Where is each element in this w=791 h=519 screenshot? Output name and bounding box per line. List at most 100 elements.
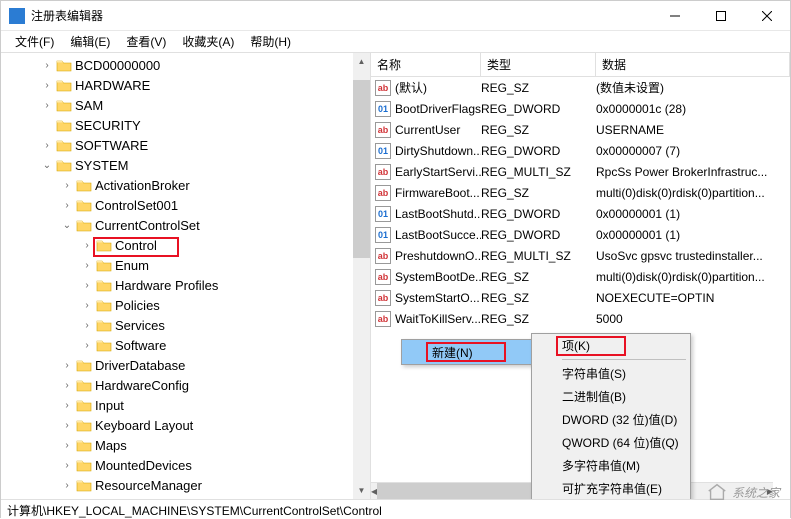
expander-icon[interactable]: › bbox=[61, 360, 73, 371]
expander-icon[interactable]: › bbox=[41, 140, 53, 151]
tree-item-currentcontrolset[interactable]: ⌄CurrentControlSet bbox=[1, 215, 370, 235]
submenu-dword[interactable]: DWORD (32 位)值(D) bbox=[532, 408, 690, 431]
submenu-multi[interactable]: 多字符串值(M) bbox=[532, 454, 690, 477]
value-name: PreshutdownO... bbox=[395, 249, 481, 263]
menu-separator bbox=[562, 359, 686, 360]
tree-item-security[interactable]: SECURITY bbox=[1, 115, 370, 135]
value-row[interactable]: 01LastBootSucce...REG_DWORD0x00000001 (1… bbox=[371, 224, 790, 245]
value-row[interactable]: 01LastBootShutd...REG_DWORD0x00000001 (1… bbox=[371, 203, 790, 224]
tree-item-bcd00000000[interactable]: ›BCD00000000 bbox=[1, 55, 370, 75]
value-row[interactable]: abWaitToKillServ...REG_SZ5000 bbox=[371, 308, 790, 329]
value-type: REG_SZ bbox=[481, 123, 596, 137]
tree-item-resourcemanager[interactable]: ›ResourceManager bbox=[1, 475, 370, 495]
value-type: REG_SZ bbox=[481, 312, 596, 326]
expander-icon[interactable]: › bbox=[81, 320, 93, 331]
expander-icon[interactable]: › bbox=[41, 100, 53, 111]
tree-item-mounteddevices[interactable]: › MountedDevices bbox=[1, 455, 370, 475]
value-row[interactable]: abPreshutdownO...REG_MULTI_SZUsoSvc gpsv… bbox=[371, 245, 790, 266]
tree-label: MountedDevices bbox=[95, 458, 192, 473]
value-row[interactable]: abCurrentUserREG_SZUSERNAME bbox=[371, 119, 790, 140]
tree-item-controlset001[interactable]: ›ControlSet001 bbox=[1, 195, 370, 215]
column-name[interactable]: 名称 bbox=[371, 53, 481, 76]
expander-icon[interactable]: › bbox=[81, 280, 93, 291]
value-row[interactable]: abSystemStartO...REG_SZ NOEXECUTE=OPTIN bbox=[371, 287, 790, 308]
expander-icon[interactable]: › bbox=[81, 340, 93, 351]
expander-icon[interactable]: › bbox=[61, 380, 73, 391]
scroll-thumb[interactable] bbox=[353, 80, 370, 258]
tree-item-system[interactable]: ⌄SYSTEM bbox=[1, 155, 370, 175]
submenu-binary[interactable]: 二进制值(B) bbox=[532, 385, 690, 408]
expander-icon[interactable]: ⌄ bbox=[61, 220, 73, 231]
value-data: 0x00000007 (7) bbox=[596, 144, 790, 158]
menu-file[interactable]: 文件(F) bbox=[7, 31, 62, 52]
expander-icon[interactable]: › bbox=[81, 260, 93, 271]
tree-item-software[interactable]: ›SOFTWARE bbox=[1, 135, 370, 155]
context-submenu: 项(K) 字符串值(S) 二进制值(B) DWORD (32 位)值(D) QW… bbox=[531, 333, 691, 499]
watermark-icon bbox=[706, 481, 728, 503]
expander-icon[interactable]: › bbox=[81, 300, 93, 311]
submenu-expand[interactable]: 可扩充字符串值(E) bbox=[532, 477, 690, 499]
value-row[interactable]: 01BootDriverFlagsREG_DWORD0x0000001c (28… bbox=[371, 98, 790, 119]
expander-icon[interactable]: › bbox=[41, 60, 53, 71]
main-area: ›BCD00000000›HARDWARE›SAMSECURITY›SOFTWA… bbox=[1, 53, 790, 499]
expander-icon[interactable]: › bbox=[61, 400, 73, 411]
value-type: REG_SZ bbox=[481, 81, 596, 95]
tree-label: Enum bbox=[115, 258, 149, 273]
column-type[interactable]: 类型 bbox=[481, 53, 596, 76]
expander-icon[interactable]: › bbox=[81, 240, 93, 251]
value-row[interactable]: abSystemBootDe...REG_SZmulti(0)disk(0)rd… bbox=[371, 266, 790, 287]
expander-icon[interactable]: ⌄ bbox=[41, 160, 53, 171]
menu-view[interactable]: 查看(V) bbox=[118, 31, 174, 52]
minimize-button[interactable] bbox=[652, 1, 698, 31]
expander-icon[interactable]: › bbox=[61, 180, 73, 191]
tree-item-control[interactable]: ›Control bbox=[1, 235, 370, 255]
context-new[interactable]: 新建(N) ▶ bbox=[402, 340, 550, 364]
close-button[interactable] bbox=[744, 1, 790, 31]
scroll-down-icon[interactable]: ▼ bbox=[353, 482, 370, 499]
submenu-key[interactable]: 项(K) bbox=[532, 334, 690, 357]
submenu-qword-label: QWORD (64 位)值(Q) bbox=[562, 434, 679, 451]
expander-icon[interactable]: › bbox=[61, 200, 73, 211]
binary-value-icon: 01 bbox=[375, 227, 391, 243]
tree-scrollbar[interactable]: ▲ ▼ bbox=[353, 53, 370, 499]
expander-icon[interactable]: › bbox=[61, 460, 73, 471]
maximize-button[interactable] bbox=[698, 1, 744, 31]
tree-label: DriverDatabase bbox=[95, 358, 185, 373]
tree-item-hardware[interactable]: ›HARDWARE bbox=[1, 75, 370, 95]
value-data: 0x0000001c (28) bbox=[596, 102, 790, 116]
column-data[interactable]: 数据 bbox=[596, 53, 790, 76]
submenu-qword[interactable]: QWORD (64 位)值(Q) bbox=[532, 431, 690, 454]
tree-item-hardwareconfig[interactable]: ›HardwareConfig bbox=[1, 375, 370, 395]
tree-item-enum[interactable]: › Enum bbox=[1, 255, 370, 275]
value-name: EarlyStartServi... bbox=[395, 165, 481, 179]
value-type: REG_MULTI_SZ bbox=[481, 249, 596, 263]
tree-item-software[interactable]: ›Software bbox=[1, 335, 370, 355]
value-row[interactable]: ab(默认)REG_SZ(数值未设置) bbox=[371, 77, 790, 98]
expander-icon[interactable]: › bbox=[61, 480, 73, 491]
tree-item-sam[interactable]: ›SAM bbox=[1, 95, 370, 115]
tree-item-hardware-profiles[interactable]: ›Hardware Profiles bbox=[1, 275, 370, 295]
tree-label: Maps bbox=[95, 438, 127, 453]
tree-item-input[interactable]: ›Input bbox=[1, 395, 370, 415]
tree-item-keyboard-layout[interactable]: ›Keyboard Layout bbox=[1, 415, 370, 435]
value-row[interactable]: abFirmwareBoot...REG_SZmulti(0)disk(0)rd… bbox=[371, 182, 790, 203]
binary-value-icon: 01 bbox=[375, 101, 391, 117]
submenu-string[interactable]: 字符串值(S) bbox=[532, 362, 690, 385]
scroll-up-icon[interactable]: ▲ bbox=[353, 53, 370, 70]
menu-edit[interactable]: 编辑(E) bbox=[62, 31, 118, 52]
tree-item-driverdatabase[interactable]: › DriverDatabase bbox=[1, 355, 370, 375]
tree-item-policies[interactable]: ›Policies bbox=[1, 295, 370, 315]
titlebar: 注册表编辑器 bbox=[1, 1, 790, 31]
value-name: CurrentUser bbox=[395, 123, 460, 137]
value-data: 5000 bbox=[596, 312, 790, 326]
expander-icon[interactable]: › bbox=[41, 80, 53, 91]
expander-icon[interactable]: › bbox=[61, 420, 73, 431]
menu-help[interactable]: 帮助(H) bbox=[242, 31, 299, 52]
tree-item-services[interactable]: ›Services bbox=[1, 315, 370, 335]
expander-icon[interactable]: › bbox=[61, 440, 73, 451]
menu-favorites[interactable]: 收藏夹(A) bbox=[174, 31, 242, 52]
value-row[interactable]: abEarlyStartServi...REG_MULTI_SZRpcSs Po… bbox=[371, 161, 790, 182]
tree-item-activationbroker[interactable]: ›ActivationBroker bbox=[1, 175, 370, 195]
value-row[interactable]: 01DirtyShutdown...REG_DWORD0x00000007 (7… bbox=[371, 140, 790, 161]
tree-item-maps[interactable]: › Maps bbox=[1, 435, 370, 455]
